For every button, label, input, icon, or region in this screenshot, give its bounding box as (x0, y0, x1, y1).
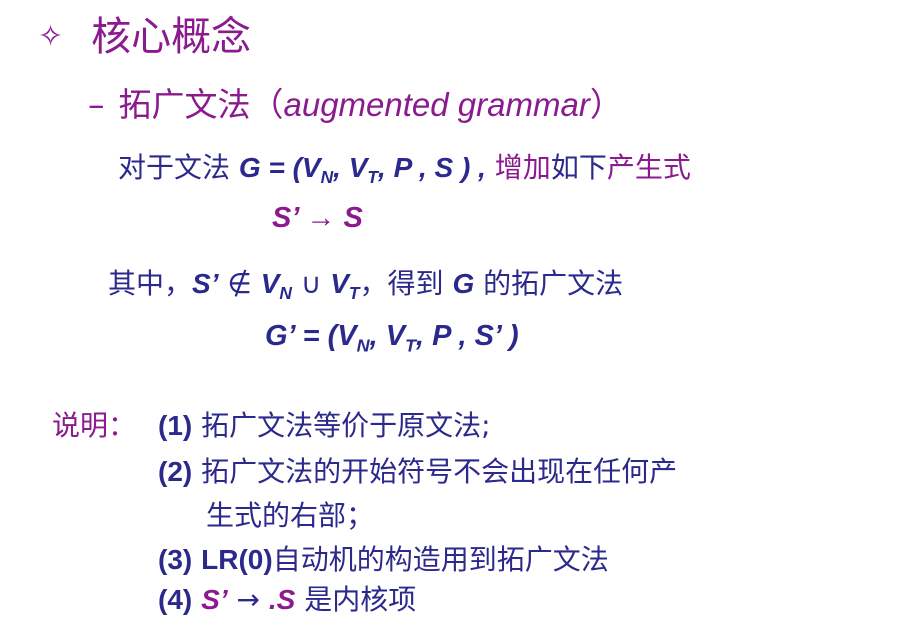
condition-prefix: 其中， (108, 267, 193, 300)
v-symbol: V (330, 268, 349, 299)
highlight-add: 增加 (494, 151, 551, 184)
sub-n: N (279, 283, 292, 304)
arrow-symbol: → (236, 583, 260, 616)
note-item-4: (4) S’ → .S 是内核项 (158, 578, 416, 618)
subtitle-en: augmented grammar (283, 86, 590, 123)
s-prime: S’ (192, 268, 219, 299)
note-number: (4) (158, 584, 193, 615)
subtitle-zh: 拓广文法（ (118, 85, 284, 124)
note-item-2: (2) 拓广文法的开始符号不会出现在任何产 (158, 450, 677, 490)
g-symbol: G (452, 268, 475, 299)
note-item-2-cont: 生式的右部； (206, 494, 374, 534)
subtitle: – 拓广文法（augmented grammar） (88, 78, 623, 126)
augment-production: S’ → S (272, 202, 363, 234)
gprime-tail: , P , S’ ) (416, 320, 519, 352)
gprime-vt: , V (369, 320, 406, 352)
dash-bullet: – (88, 85, 105, 124)
union-symbol: ∪ (300, 267, 322, 300)
vn: VN (260, 268, 292, 303)
note-number: (3) (158, 544, 193, 575)
s-prime: S’ (201, 584, 228, 615)
condition-suffix-b: 的拓广文法 (474, 267, 624, 300)
diamond-star-icon: ✧ (38, 19, 64, 54)
not-in-symbol: ∉ (227, 267, 252, 300)
note-number: (1) (158, 410, 193, 441)
intro-line: 对于文法 G = (VN, VT, P , S ) , 增加如下产生式 (118, 146, 691, 188)
grammar-def-vt: , V (333, 152, 368, 183)
subtitle-close: ） (589, 85, 623, 124)
note-text: 拓广文法的开始符号不会出现在任何产 (201, 455, 678, 488)
note-text: 生式的右部； (206, 499, 375, 532)
note-text: 是内核项 (304, 583, 417, 616)
note-text: 拓广文法等价于原文法; (201, 409, 491, 442)
sub-n: N (356, 335, 370, 356)
highlight-production: 产生式 (606, 151, 691, 184)
condition-line: 其中，S’ ∉ VN ∪ VT，得到 G 的拓广文法 (108, 262, 623, 304)
augmented-grammar-def: G’ = (VN, VT, P , S’ ) (265, 320, 519, 356)
vt: VT (330, 268, 359, 303)
intro-mid: 如下 (550, 151, 607, 184)
condition-suffix-a: ，得到 (359, 267, 453, 300)
sub-t: T (405, 335, 417, 356)
sub-t: T (367, 167, 379, 188)
grammar-def-rest: , P , S ) , (378, 152, 486, 183)
title-text: 核心概念 (91, 14, 252, 60)
intro-prefix: 对于文法 (118, 151, 231, 184)
note-text: 自动机的构造用到拓广文法 (272, 543, 609, 576)
grammar-def-head: G = (V (238, 152, 321, 183)
grammar-def: G = (VN, VT, P , S ) , (238, 152, 486, 187)
note-number: (2) (158, 456, 193, 487)
dot-s: .S (268, 584, 296, 615)
v-symbol: V (260, 268, 280, 299)
gprime-head: G’ = (V (265, 320, 357, 352)
note-item-1: (1) 拓广文法等价于原文法; (158, 404, 491, 444)
notes-label: 说明： (52, 409, 137, 442)
sub-t: T (348, 283, 360, 304)
note-item-3: (3) LR(0)自动机的构造用到拓广文法 (158, 538, 609, 578)
slide-title: ✧ 核心概念 (38, 4, 251, 62)
lr0-label: LR(0) (201, 544, 273, 575)
sub-n: N (320, 167, 334, 188)
